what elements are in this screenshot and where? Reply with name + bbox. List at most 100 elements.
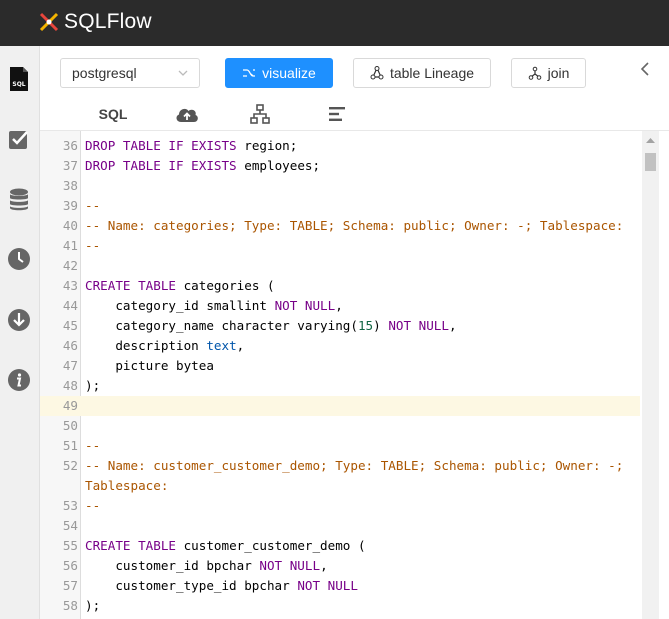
code-line[interactable]: 39 -- [40, 196, 640, 216]
code-line[interactable]: 51 -- [40, 436, 640, 456]
code-token: text [206, 338, 237, 353]
code-text: Tablespace: [85, 476, 168, 496]
app-title: SQLFlow [64, 10, 152, 33]
code-token: categories ( [176, 278, 275, 293]
code-token: , [448, 318, 457, 333]
code-line[interactable]: 45 category_name character varying(15) N… [40, 316, 640, 336]
table-lineage-button[interactable]: table Lineage [353, 58, 491, 88]
code-line[interactable]: 47 picture bytea [40, 356, 640, 376]
code-line[interactable]: 49 [40, 396, 640, 416]
sqlflow-logo-icon [39, 12, 59, 32]
code-line[interactable]: 36 DROP TABLE IF EXISTS region; [40, 136, 640, 156]
clock-icon[interactable] [6, 246, 32, 272]
line-number: 37 [62, 158, 78, 173]
code-token: region; [236, 138, 298, 153]
code-text: category_name character varying(15) NOT … [85, 316, 457, 336]
code-line[interactable]: 43 CREATE TABLE categories ( [40, 276, 640, 296]
code-line[interactable]: 57 customer_type_id bpchar NOT NULL [40, 576, 640, 596]
line-number: 51 [62, 438, 78, 453]
code-text: description text, [85, 336, 244, 356]
join-icon [528, 66, 541, 80]
code-token: customer_type_id bpchar [85, 578, 298, 593]
code-token: CREATE TABLE [85, 538, 176, 553]
sql-file-icon-label: SQL [12, 81, 25, 88]
code-line[interactable]: 44 category_id smallint NOT NULL, [40, 296, 640, 316]
tab-upload[interactable] [174, 102, 200, 126]
code-text: picture bytea [85, 356, 214, 376]
code-token: -- [85, 438, 101, 453]
code-text: DROP TABLE IF EXISTS employees; [85, 156, 320, 176]
code-token: customer_customer_demo ( [176, 538, 366, 553]
code-token: Tablespace: [85, 478, 169, 493]
tab-settings[interactable] [326, 102, 348, 126]
top-bar: SQLFlow [0, 0, 669, 46]
info-icon[interactable] [6, 367, 32, 393]
sitemap-icon [250, 104, 270, 124]
code-line[interactable]: 40 -- Name: categories; Type: TABLE; Sche… [40, 216, 640, 236]
code-token: description [85, 338, 207, 353]
tab-diagram[interactable] [248, 102, 272, 126]
chevron-down-icon [178, 70, 188, 76]
scroll-up-icon[interactable] [642, 131, 659, 148]
visualize-button[interactable]: visualize [225, 58, 333, 88]
code-token: category_name character varying( [85, 318, 358, 333]
code-token: ); [85, 378, 101, 393]
code-text: customer_id bpchar NOT NULL, [85, 556, 328, 576]
code-text: DROP TABLE IF EXISTS region; [85, 136, 297, 156]
toolbar: postgresql visualize table Lineage join [40, 46, 669, 131]
tab-sql[interactable]: SQL [95, 102, 131, 126]
database-icon[interactable] [6, 187, 32, 213]
code-line[interactable]: 54 [40, 516, 640, 536]
code-line[interactable]: 56 customer_id bpchar NOT NULL, [40, 556, 640, 576]
code-line[interactable]: 52 -- Name: customer_customer_demo; Type:… [40, 456, 640, 476]
code-token: picture bytea [85, 358, 214, 373]
line-number: 55 [62, 538, 78, 553]
code-text: CREATE TABLE customer_customer_demo ( [85, 536, 366, 556]
line-number: 57 [62, 578, 78, 593]
download-icon[interactable] [6, 307, 32, 333]
collapse-panel-icon[interactable] [639, 61, 651, 77]
logo[interactable]: SQLFlow [38, 10, 152, 34]
code-token: DROP TABLE IF EXISTS [85, 158, 237, 173]
code-line[interactable]: 58); [40, 596, 640, 616]
code-line[interactable]: Tablespace: [40, 476, 640, 496]
code-text: customer_type_id bpchar NOT NULL [85, 576, 358, 596]
join-button[interactable]: join [511, 58, 586, 88]
code-token: 15 [357, 318, 374, 333]
editor-scrollbar[interactable] [642, 131, 659, 619]
code-text: -- [85, 236, 100, 256]
code-line[interactable]: 38 [40, 176, 640, 196]
code-line[interactable]: 41 -- [40, 236, 640, 256]
checklist-icon[interactable] [6, 126, 32, 152]
code-line[interactable]: 46 description text, [40, 336, 640, 356]
code-line[interactable]: 50 [40, 416, 640, 436]
code-line[interactable]: 37 DROP TABLE IF EXISTS employees; [40, 156, 640, 176]
code-token: -- [85, 238, 101, 253]
code-line[interactable]: 55 CREATE TABLE customer_customer_demo ( [40, 536, 640, 556]
sql-editor[interactable]: 36 DROP TABLE IF EXISTS region; 37 DROP TAB… [40, 131, 669, 619]
sql-file-icon[interactable]: SQL [6, 66, 32, 92]
code-token: NOT NULL [259, 558, 321, 573]
code-line[interactable]: 48); [40, 376, 640, 396]
code-token: , [320, 558, 328, 573]
line-number: 46 [62, 338, 78, 353]
code-line[interactable]: 42 [40, 256, 640, 276]
cloud-upload-icon [176, 108, 198, 122]
code-text: ); [85, 596, 100, 616]
dbvendor-select[interactable]: postgresql [60, 58, 200, 88]
code-token: -- [85, 198, 101, 213]
code-text: -- [85, 196, 100, 216]
code-token: employees; [236, 158, 321, 173]
code-token: category_id smallint [85, 298, 275, 313]
code-token: NOT NULL [388, 318, 449, 333]
line-number: 42 [62, 258, 78, 273]
scroll-thumb[interactable] [645, 153, 656, 171]
visualize-icon [243, 69, 256, 77]
code-text: -- [85, 496, 100, 516]
code-line[interactable]: 53 -- [40, 496, 640, 516]
line-number: 38 [62, 178, 78, 193]
line-number: 54 [62, 518, 78, 533]
line-number: 44 [62, 298, 78, 313]
code-text: -- Name: customer_customer_demo; Type: T… [85, 456, 623, 476]
line-number: 45 [62, 318, 78, 333]
